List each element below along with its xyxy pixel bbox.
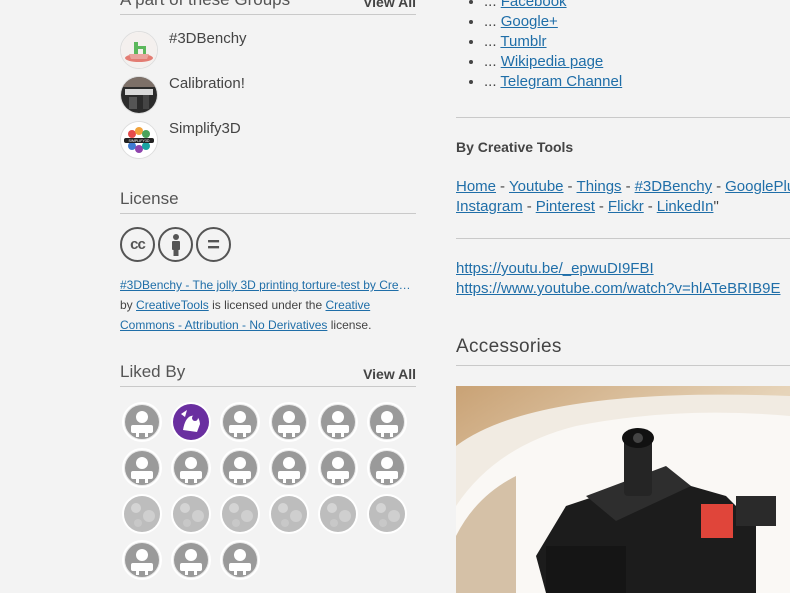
group-label-simplify3d[interactable]: Simplify3D <box>169 120 241 137</box>
list-item: ... Wikipedia page <box>484 52 622 72</box>
google-plus-link[interactable]: Google+ <box>501 13 558 30</box>
creative-tools-links: Home-Youtube-Things-#3DBenchy-GooglePlus… <box>456 177 790 217</box>
group-item-simplify3d[interactable]: SIMPLIFY3D Simplify3D <box>120 120 241 159</box>
license-link-commons[interactable]: Commons - Attribution - No Derivatives <box>120 318 327 332</box>
liked-by-header: Liked By View All <box>120 362 416 387</box>
list-item: ... Telegram Channel <box>484 72 622 92</box>
liker-avatar[interactable] <box>122 540 162 580</box>
simplify3d-group-avatar[interactable]: SIMPLIFY3D <box>120 121 158 159</box>
tumblr-link[interactable]: Tumblr <box>500 33 546 50</box>
by-attribution-icon <box>158 227 193 262</box>
creative-tools-link-7[interactable]: Flickr <box>608 198 644 215</box>
separator: - <box>647 198 653 215</box>
wikipedia-link[interactable]: Wikipedia page <box>501 53 604 70</box>
separator: - <box>567 178 573 195</box>
creative-tools-link-0[interactable]: Home <box>456 178 496 195</box>
calibration-group-avatar[interactable] <box>120 76 158 114</box>
no-derivatives-icon: = <box>196 227 231 262</box>
facebook-link[interactable]: Facebook <box>501 0 567 10</box>
list-item: ... Tumblr <box>484 32 622 52</box>
creative-tools-link-3[interactable]: #3DBenchy <box>635 178 713 195</box>
liker-avatar[interactable] <box>367 402 407 442</box>
license-thing-link[interactable]: #3DBenchy - The jolly 3D printing tortur… <box>120 275 416 295</box>
list-item: ... Facebook <box>484 0 622 12</box>
separator: - <box>598 198 604 215</box>
license-title: License <box>120 189 179 208</box>
liker-avatar[interactable] <box>171 540 211 580</box>
group-item-3dbenchy[interactable]: #3DBenchy <box>120 30 247 69</box>
license-author-link[interactable]: CreativeTools <box>136 298 209 312</box>
liker-avatar[interactable] <box>367 448 407 488</box>
group-label-calibration[interactable]: Calibration! <box>169 75 245 92</box>
telegram-link[interactable]: Telegram Channel <box>500 73 622 90</box>
creative-tools-heading: By Creative Tools <box>456 139 574 155</box>
liker-avatar[interactable] <box>122 402 162 442</box>
divider <box>456 117 790 118</box>
simplify3d-logo-text: SIMPLIFY3D <box>129 139 150 143</box>
creative-tools-link-8[interactable]: LinkedIn <box>657 198 714 215</box>
license-link-creative[interactable]: Creative <box>326 298 371 312</box>
separator: - <box>716 178 722 195</box>
cc-icon: cc <box>120 227 155 262</box>
liker-avatar[interactable] <box>318 494 358 534</box>
liker-avatar[interactable] <box>122 494 162 534</box>
liker-avatar[interactable] <box>269 448 309 488</box>
video-links: https://youtu.be/_epwuDI9FBI https://www… <box>456 259 780 299</box>
separator: - <box>500 178 506 195</box>
separator: - <box>526 198 532 215</box>
liker-avatar[interactable] <box>220 494 260 534</box>
creative-tools-link-5[interactable]: Instagram <box>456 198 523 215</box>
creative-tools-link-1[interactable]: Youtube <box>509 178 564 195</box>
license-icons: cc = <box>120 227 231 262</box>
groups-header: A part of these Groups View All <box>120 0 416 15</box>
social-links-list: ... Facebook ... Google+ ... Tumblr ... … <box>456 0 622 92</box>
liker-avatar[interactable] <box>269 494 309 534</box>
creative-tools-link-2[interactable]: Things <box>577 178 622 195</box>
group-label-3dbenchy[interactable]: #3DBenchy <box>169 30 247 47</box>
license-suffix: license. <box>330 318 372 332</box>
divider <box>456 238 790 239</box>
groups-view-all-link[interactable]: View All <box>363 0 416 10</box>
separator: - <box>625 178 631 195</box>
liked-by-title: Liked By <box>120 362 186 381</box>
liker-avatar[interactable] <box>220 448 260 488</box>
trailing-quote: " <box>713 198 719 215</box>
list-item: ... Google+ <box>484 12 622 32</box>
liker-avatar[interactable] <box>171 402 211 442</box>
liker-avatar[interactable] <box>318 402 358 442</box>
divider <box>456 365 790 366</box>
liker-avatar[interactable] <box>171 494 211 534</box>
liker-avatar[interactable] <box>367 494 407 534</box>
group-item-calibration[interactable]: Calibration! <box>120 75 245 114</box>
youtube-short-link[interactable]: https://youtu.be/_epwuDI9FBI <box>456 260 654 277</box>
accessories-title: Accessories <box>456 336 562 357</box>
creative-tools-link-6[interactable]: Pinterest <box>536 198 595 215</box>
liker-avatar[interactable] <box>220 402 260 442</box>
license-licensed-text: is licensed under the <box>212 298 323 312</box>
liker-avatar[interactable] <box>171 448 211 488</box>
creative-tools-link-4[interactable]: GooglePlus <box>725 178 790 195</box>
license-text: #3DBenchy - The jolly 3D printing tortur… <box>120 275 416 335</box>
liker-avatar[interactable] <box>220 540 260 580</box>
liker-avatar[interactable] <box>122 448 162 488</box>
youtube-full-link[interactable]: https://www.youtube.com/watch?v=hlATeBRI… <box>456 280 780 297</box>
groups-title: A part of these Groups <box>120 0 290 10</box>
accessory-photo[interactable] <box>456 386 790 593</box>
license-header: License <box>120 189 416 214</box>
liker-avatar[interactable] <box>318 448 358 488</box>
liker-avatar[interactable] <box>269 402 309 442</box>
license-by-text: by <box>120 298 133 312</box>
3dbenchy-group-avatar[interactable] <box>120 31 158 69</box>
liked-by-view-all-link[interactable]: View All <box>363 366 416 382</box>
